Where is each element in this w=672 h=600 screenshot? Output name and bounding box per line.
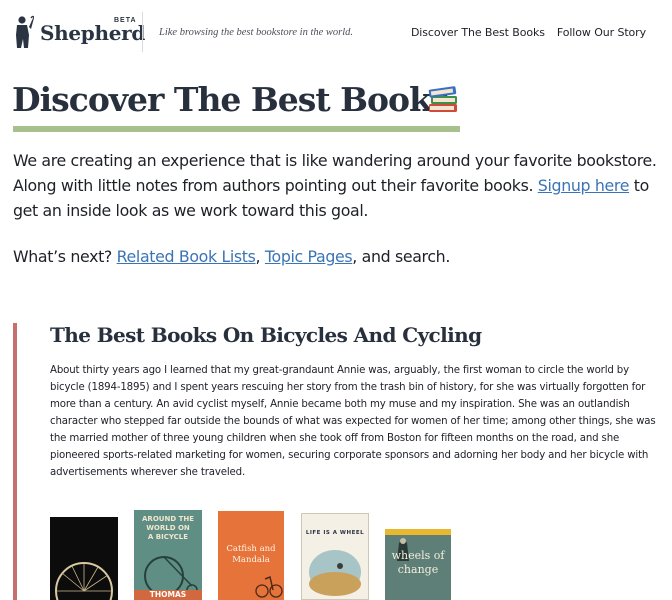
logo-text: Shepherd: [40, 21, 146, 45]
book-cover-title: wheels of change: [391, 549, 445, 576]
title-underline: [13, 126, 460, 132]
site-header: Shepherd BETA Like browsing the best boo…: [0, 0, 672, 66]
shepherd-silhouette-icon: [16, 15, 34, 48]
whats-next-label: What’s next?: [13, 247, 117, 266]
article-body: About thirty years ago I learned that my…: [50, 365, 656, 478]
separator: ,: [255, 247, 265, 266]
book-cover-author: THOMAS: [134, 590, 202, 600]
books-emoji-icon: [428, 86, 457, 112]
beta-badge: BETA: [114, 17, 137, 24]
bicycle-wheel-illustration: [55, 562, 113, 600]
topic-pages-link[interactable]: Topic Pages: [265, 247, 353, 266]
book-cover[interactable]: wheels of change: [385, 529, 451, 600]
whats-next-paragraph: What’s next? Related Book Lists, Topic P…: [13, 244, 663, 269]
book-cover[interactable]: Catfish and Mandala: [218, 511, 284, 600]
book-cover[interactable]: AROUND THE WORLD ON A BICYCLE THOMAS: [134, 510, 202, 600]
nav-discover-link[interactable]: Discover The Best Books: [411, 26, 545, 39]
page-title: Discover The Best Books: [12, 80, 449, 119]
header-divider: [142, 12, 143, 52]
book-cover[interactable]: [50, 517, 118, 600]
intro-paragraph: We are creating an experience that is li…: [13, 148, 663, 223]
signup-link[interactable]: Signup here: [538, 176, 630, 195]
article-accent-bar: [13, 323, 17, 600]
cyclist-silhouette-illustration: [255, 575, 283, 598]
landscape-illustration: [309, 550, 361, 596]
whats-next-suffix: , and search.: [352, 247, 450, 266]
article-title[interactable]: The Best Books On Bicycles And Cycling: [50, 323, 482, 347]
tagline: Like browsing the best bookstore in the …: [159, 27, 354, 38]
penny-farthing-illustration: [144, 556, 198, 596]
nav-follow-story-link[interactable]: Follow Our Story: [557, 26, 646, 39]
book-cover[interactable]: LIFE IS A WHEEL: [301, 513, 369, 600]
top-nav: Discover The Best Books Follow Our Story: [411, 26, 646, 39]
related-book-lists-link[interactable]: Related Book Lists: [117, 247, 256, 266]
